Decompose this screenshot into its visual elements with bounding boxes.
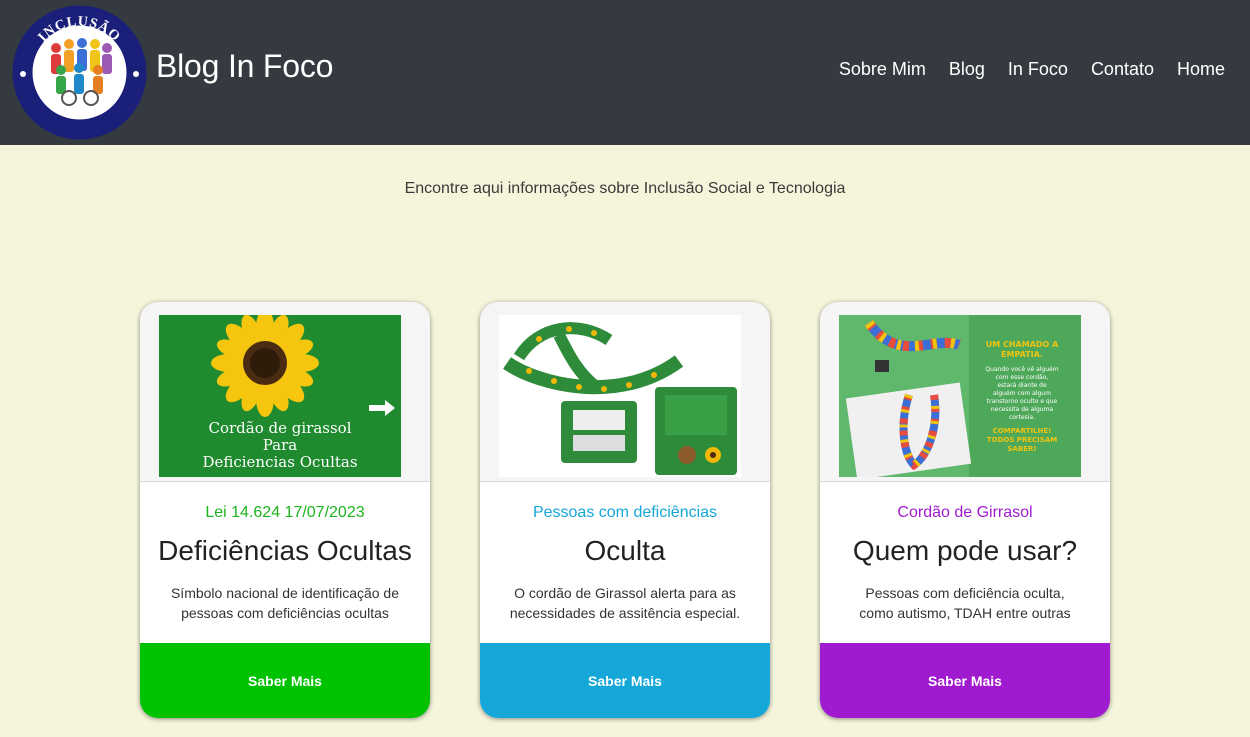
card-title: Oculta (584, 535, 666, 566)
nav-link-blog[interactable]: Blog (949, 59, 985, 80)
lanyard-image (499, 315, 741, 477)
card-tag: Lei 14.624 17/07/2023 (205, 504, 365, 521)
svg-text:estará diante de: estará diante de (997, 382, 1047, 389)
svg-text:EMPATIA.: EMPATIA. (1001, 350, 1043, 359)
svg-text:alguém com algum: alguém com algum (993, 390, 1051, 397)
svg-text:TODOS PRECISAM: TODOS PRECISAM (987, 436, 1057, 444)
saber-mais-button[interactable]: Saber Mais (480, 643, 770, 718)
svg-text:cortesia.: cortesia. (1009, 414, 1035, 421)
svg-text:COMPARTILHE!: COMPARTILHE! (993, 427, 1052, 435)
nav-link-in-foco[interactable]: In Foco (1008, 59, 1068, 80)
svg-text:transtorno oculto e que: transtorno oculto e que (987, 398, 1058, 405)
nav-link-contato[interactable]: Contato (1091, 59, 1154, 80)
card-description-line: necessidades de assitência especial. (509, 605, 741, 621)
puzzle-lanyard-image: UM CHAMADO A EMPATIA. Quando você vê alg… (839, 315, 1081, 477)
card-description: Pessoas com deficiência oculta, como aut… (838, 583, 1092, 623)
card-description-line: pessoas com deficiências ocultas (181, 605, 389, 621)
svg-text:necessita de alguma: necessita de alguma (991, 406, 1054, 413)
card-image-container: UM CHAMADO A EMPATIA. Quando você vê alg… (820, 302, 1110, 482)
sunflower-image: Cordão de girassol Para Deficiencias Ocu… (159, 315, 401, 477)
svg-text:SABER!: SABER! (1007, 445, 1036, 453)
card-image-container (480, 302, 770, 482)
card-deficiencias-ocultas: Cordão de girassol Para Deficiencias Ocu… (140, 302, 430, 718)
svg-text:Para: Para (263, 436, 298, 454)
svg-text:Deficiencias Ocultas: Deficiencias Ocultas (202, 453, 357, 471)
card-title: Deficiências Ocultas (158, 535, 412, 566)
nav-link-sobre-mim[interactable]: Sobre Mim (839, 59, 926, 80)
card-description: Símbolo nacional de identificação de pes… (158, 583, 412, 623)
svg-text:Quando você vê alguém: Quando você vê alguém (985, 366, 1058, 373)
card-description-line: como autismo, TDAH entre outras (859, 605, 1071, 621)
brand-title[interactable]: Blog In Foco (156, 48, 333, 85)
card-description-line: O cordão de Girassol alerta para as (514, 585, 736, 601)
card-oculta: Pessoas com deficiências Oculta O cordão… (480, 302, 770, 718)
svg-text:UM CHAMADO A: UM CHAMADO A (986, 340, 1059, 349)
card-description-line: Símbolo nacional de identificação de (170, 585, 400, 601)
card-tag: Pessoas com deficiências (532, 504, 718, 521)
card-description: O cordão de Girassol alerta para as nece… (498, 583, 752, 623)
card-tag: Cordão de Girrasol (897, 504, 1033, 521)
card-description-line: Pessoas com deficiência oculta, (865, 585, 1065, 601)
svg-text:com esse cordão,: com esse cordão, (996, 374, 1049, 381)
nav-link-home[interactable]: Home (1177, 59, 1225, 80)
card-title: Quem pode usar? (852, 535, 1078, 566)
navbar: INCLUSÃO IN FOCO Blog In Foco Sobre Mim … (0, 0, 1250, 145)
saber-mais-button[interactable]: Saber Mais (140, 643, 430, 718)
saber-mais-button[interactable]: Saber Mais (820, 643, 1110, 718)
inclusao-logo[interactable]: INCLUSÃO IN FOCO (11, 4, 148, 141)
card-quem-pode-usar: UM CHAMADO A EMPATIA. Quando você vê alg… (820, 302, 1110, 718)
page-tagline: Encontre aqui informações sobre Inclusão… (404, 180, 846, 197)
main-nav: Sobre Mim Blog In Foco Contato Home (839, 59, 1225, 80)
card-image-container: Cordão de girassol Para Deficiencias Ocu… (140, 302, 430, 482)
svg-text:Cordão de girassol: Cordão de girassol (208, 419, 351, 437)
